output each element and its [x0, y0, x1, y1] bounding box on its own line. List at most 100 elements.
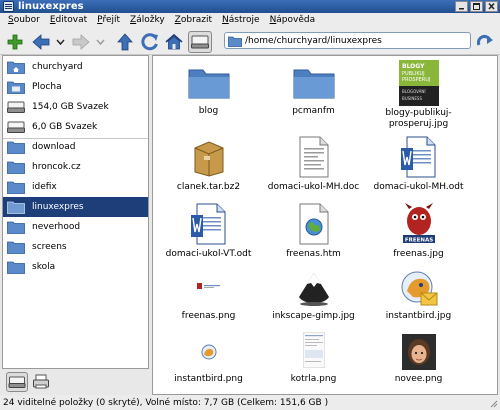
places-view-tab[interactable]: [6, 372, 28, 392]
svg-text:FREENAS: FREENAS: [404, 238, 432, 244]
image-thumbnail-icon: FREENAS: [402, 203, 435, 244]
menu-zobrazit[interactable]: Zobrazit: [170, 13, 217, 28]
file-manager-window: linuxexpres Soubor Editovat Přejít Zálož…: [0, 0, 500, 410]
file-item-novee-png[interactable]: novee.png: [366, 334, 471, 394]
forward-history-dropdown[interactable]: [95, 31, 105, 53]
maximize-icon: [473, 3, 480, 10]
sidebar-item-volume-154[interactable]: 154,0 GB Svazek: [3, 97, 148, 117]
sidebar-item-idefix[interactable]: idefix: [3, 177, 148, 197]
sidebar-item-volume-6[interactable]: 6,0 GB Svazek: [3, 117, 148, 137]
file-name: blogy-publikuj- prosperuj.jpg: [385, 108, 452, 129]
maximize-button[interactable]: [470, 1, 483, 12]
image-thumbnail-icon: BLOGY PUBLIKUJ PROSPERUJ BLOGOVÁNÍ BUSIN…: [398, 60, 439, 106]
file-item-blogy-publikuj-prosperuj[interactable]: BLOGY PUBLIKUJ PROSPERUJ BLOGOVÁNÍ BUSIN…: [366, 60, 471, 130]
sidebar-item-label: Plocha: [32, 82, 62, 92]
file-name: inkscape-gimp.jpg: [272, 311, 355, 321]
file-name: instantbird.jpg: [385, 311, 452, 321]
back-button[interactable]: [30, 31, 52, 53]
up-arrow-icon: [117, 33, 133, 51]
close-button[interactable]: [485, 1, 498, 12]
location-input[interactable]: [242, 34, 470, 47]
sidebar-item-label: idefix: [32, 182, 57, 192]
sidebar-item-skola[interactable]: skola: [3, 257, 148, 277]
home-icon: [165, 33, 183, 50]
drive-icon: [8, 376, 26, 388]
tree-view-tab[interactable]: [30, 372, 52, 392]
minimize-button[interactable]: [455, 1, 468, 12]
menu-napoveda[interactable]: Nápověda: [265, 13, 321, 28]
file-item-domaci-ukol-mh-doc[interactable]: domaci-ukol-MH.doc: [261, 134, 366, 204]
sidebar-item-download[interactable]: download: [3, 137, 148, 157]
drive-icon: [7, 121, 25, 133]
file-item-domaci-ukol-mh-odt[interactable]: domaci-ukol-MH.odt: [366, 134, 471, 204]
go-button[interactable]: [474, 31, 496, 53]
sidebar-item-label: linuxexpres: [32, 202, 84, 212]
archive-icon: [194, 141, 223, 177]
menu-nastroje[interactable]: Nástroje: [217, 13, 265, 28]
status-bar: 24 viditelné položky (0 skryté), Volné m…: [0, 395, 500, 410]
location-toggle-button[interactable]: [188, 31, 212, 53]
folder-icon: [293, 69, 334, 99]
up-button[interactable]: [114, 31, 136, 53]
reload-button[interactable]: [139, 31, 161, 53]
home-folder-icon: [7, 61, 25, 74]
sidebar-item-hroncok[interactable]: hroncok.cz: [3, 157, 148, 177]
menu-prejit[interactable]: Přejít: [92, 13, 125, 28]
status-text: 24 viditelné položky (0 skryté), Volné m…: [3, 397, 329, 408]
file-item-freenas-htm[interactable]: freenas.htm: [261, 201, 366, 271]
svg-text:BLOGY: BLOGY: [402, 63, 425, 70]
image-thumbnail-icon: [302, 332, 325, 368]
file-name: domaci-ukol-VT.odt: [165, 249, 252, 259]
sidebar-item-neverhood[interactable]: neverhood: [3, 217, 148, 237]
folder-icon: [188, 69, 229, 99]
menu-zalozky[interactable]: Záložky: [125, 13, 170, 28]
file-item-freenas-png[interactable]: freenas.png: [156, 269, 261, 339]
file-name: domaci-ukol-MH.odt: [373, 182, 464, 192]
app-menu-icon[interactable]: [3, 1, 14, 12]
sidebar-item-label: 6,0 GB Svazek: [32, 122, 98, 132]
location-bar[interactable]: [224, 32, 471, 49]
file-name: blog: [198, 106, 219, 116]
file-item-blog[interactable]: blog: [156, 60, 261, 130]
sidebar-item-churchyard[interactable]: churchyard: [3, 57, 148, 77]
reload-icon: [141, 33, 158, 51]
new-tab-button[interactable]: [4, 31, 26, 53]
file-item-instantbird-jpg[interactable]: instantbird.jpg: [366, 269, 471, 339]
forward-arrow-icon: [72, 34, 90, 50]
sidebar-item-screens[interactable]: screens: [3, 237, 148, 257]
resize-grip-icon[interactable]: [488, 398, 498, 408]
file-item-pcmanfm[interactable]: pcmanfm: [261, 60, 366, 130]
back-history-dropdown[interactable]: [55, 31, 65, 53]
home-button[interactable]: [163, 31, 185, 53]
sidebar-item-label: download: [32, 142, 76, 152]
sidebar-item-linuxexpres[interactable]: linuxexpres: [3, 197, 148, 217]
html-icon: [299, 203, 328, 245]
file-item-kotrla-png[interactable]: kotrla.png: [261, 332, 366, 394]
folder-icon: [7, 261, 25, 274]
file-name: freenas.jpg: [393, 249, 444, 259]
file-item-inkscape-gimp-jpg[interactable]: inkscape-gimp.jpg: [261, 269, 366, 339]
close-icon: [488, 2, 495, 10]
file-name: kotrla.png: [290, 374, 337, 384]
sidebar-item-plocha[interactable]: Plocha: [3, 77, 148, 97]
sidebar-item-label: hroncok.cz: [32, 162, 81, 172]
file-name: instantbird.png: [174, 374, 243, 384]
sidebar-places: churchyard Plocha 154,0 GB Svazek 6,0 GB…: [2, 55, 149, 369]
folder-icon: [7, 221, 25, 234]
file-name: freenas.png: [181, 311, 236, 321]
image-thumbnail-icon: [401, 334, 436, 370]
svg-text:BLOGOVÁNÍ: BLOGOVÁNÍ: [402, 89, 426, 94]
toolbar: [0, 28, 500, 55]
file-item-domaci-ukol-vt-odt[interactable]: domaci-ukol-VT.odt: [156, 201, 261, 271]
file-item-clanek-tar-bz2[interactable]: clanek.tar.bz2: [156, 134, 261, 204]
drive-icon: [7, 101, 25, 113]
menu-editovat[interactable]: Editovat: [45, 13, 92, 28]
folder-icon: [228, 36, 242, 47]
menu-soubor[interactable]: Soubor: [3, 13, 45, 28]
window-title: linuxexpres: [18, 1, 84, 12]
file-item-freenas-jpg[interactable]: FREENAS freenas.jpg: [366, 201, 471, 271]
file-item-instantbird-png[interactable]: instantbird.png: [156, 336, 261, 394]
sidebar-item-label: churchyard: [32, 62, 83, 72]
forward-button[interactable]: [70, 31, 92, 53]
drive-icon: [191, 35, 209, 49]
